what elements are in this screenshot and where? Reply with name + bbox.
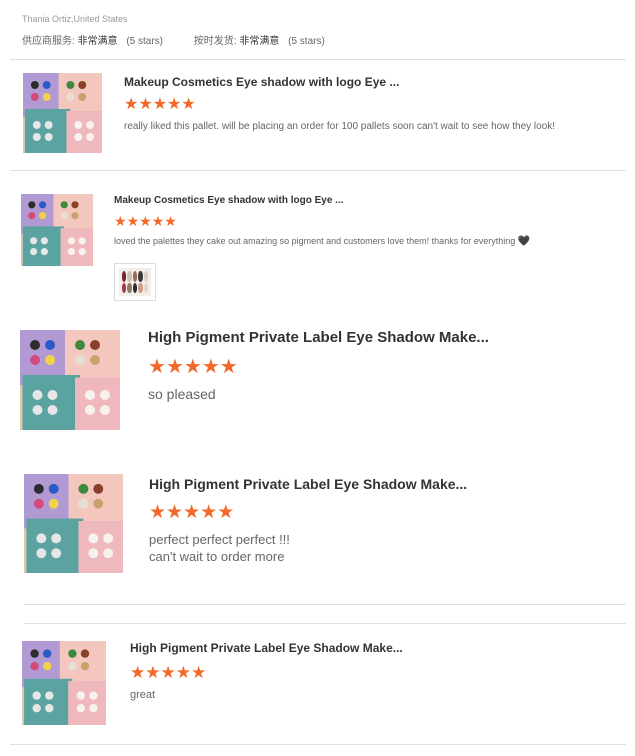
star-icon: ★ (165, 356, 184, 378)
review-comment: perfect perfect perfect !!! can't wait t… (149, 531, 290, 565)
review-comment: really liked this pallet. will be placin… (124, 121, 556, 132)
review-comment-text: loved the palettes they cake out amazing… (114, 236, 516, 246)
review-comment: loved the palettes they cake out amazing… (114, 236, 530, 247)
divider (10, 170, 626, 171)
shipping-stars: (5 stars) (288, 36, 325, 47)
shipping-label: 按时发货: (193, 36, 237, 47)
star-icon: ★ (219, 356, 238, 378)
star-icon: ★ (130, 663, 146, 682)
star-icon: ★ (183, 502, 201, 523)
review-star-rating: ★ ★ ★ ★ ★ (149, 503, 234, 522)
product-thumbnail[interactable] (20, 330, 120, 430)
review-comment: great (130, 689, 156, 701)
review-product-title[interactable]: High Pigment Private Label Eye Shadow Ma… (149, 476, 467, 492)
star-icon: ★ (166, 502, 184, 523)
star-icon: ★ (126, 213, 140, 229)
product-thumbnail[interactable] (21, 194, 93, 266)
star-icon: ★ (114, 213, 127, 229)
star-icon: ★ (201, 356, 220, 378)
supplier-service-rating: 供应商服务: 非常满意 (5 stars) (22, 32, 163, 47)
star-icon: ★ (152, 96, 168, 113)
star-icon: ★ (151, 213, 165, 229)
star-icon: ★ (183, 356, 202, 378)
shipping-value: 非常满意 (239, 36, 280, 47)
review-comment: so pleased (148, 386, 216, 402)
reviewer-name: Thania Ortiz,United States (22, 14, 128, 24)
star-icon: ★ (160, 663, 176, 682)
review-photo (119, 268, 151, 296)
product-thumbnail[interactable] (24, 474, 123, 573)
supplier-ratings: 供应商服务: 非常满意 (5 stars) 按时发货: 非常满意 (5 star… (22, 32, 353, 47)
heart-icon: 🖤 (517, 236, 531, 247)
review-comment-line: can't wait to order more (149, 549, 285, 564)
star-icon: ★ (217, 502, 235, 523)
star-icon: ★ (138, 96, 153, 113)
divider (10, 744, 626, 745)
star-icon: ★ (200, 502, 218, 523)
star-icon: ★ (145, 663, 161, 682)
supplier-service-stars: (5 stars) (126, 36, 164, 47)
review-comment-line: perfect perfect perfect !!! (149, 532, 290, 547)
product-thumbnail[interactable] (22, 641, 106, 725)
divider (24, 604, 626, 605)
supplier-service-label: 供应商服务: (22, 36, 75, 47)
divider (24, 623, 626, 624)
star-icon: ★ (164, 213, 177, 229)
star-icon: ★ (167, 96, 182, 113)
star-icon: ★ (191, 663, 207, 682)
star-icon: ★ (148, 356, 166, 378)
review-product-title[interactable]: Makeup Cosmetics Eye shadow with logo Ey… (124, 75, 399, 89)
review-star-rating: ★ ★ ★ ★ ★ (130, 664, 206, 681)
review-product-title[interactable]: Makeup Cosmetics Eye shadow with logo Ey… (114, 195, 344, 206)
divider (10, 59, 626, 60)
star-icon: ★ (175, 663, 191, 682)
review-star-rating: ★ ★ ★ ★ ★ (114, 214, 177, 228)
review-photo-attachment[interactable] (114, 263, 156, 301)
review-star-rating: ★ ★ ★ ★ ★ (148, 357, 238, 377)
supplier-service-value: 非常满意 (77, 36, 118, 47)
star-icon: ★ (149, 502, 167, 523)
product-thumbnail[interactable] (23, 73, 102, 153)
review-star-rating: ★ ★ ★ ★ ★ (124, 97, 196, 113)
star-icon: ★ (139, 213, 152, 229)
shipping-rating: 按时发货: 非常满意 (5 stars) (194, 32, 325, 47)
review-product-title[interactable]: High Pigment Private Label Eye Shadow Ma… (130, 641, 403, 655)
star-icon: ★ (124, 96, 139, 113)
star-icon: ★ (181, 96, 196, 113)
review-header: Thania Ortiz,United States 供应商服务: 非常满意 (… (22, 14, 353, 47)
review-product-title[interactable]: High Pigment Private Label Eye Shadow Ma… (148, 329, 489, 346)
